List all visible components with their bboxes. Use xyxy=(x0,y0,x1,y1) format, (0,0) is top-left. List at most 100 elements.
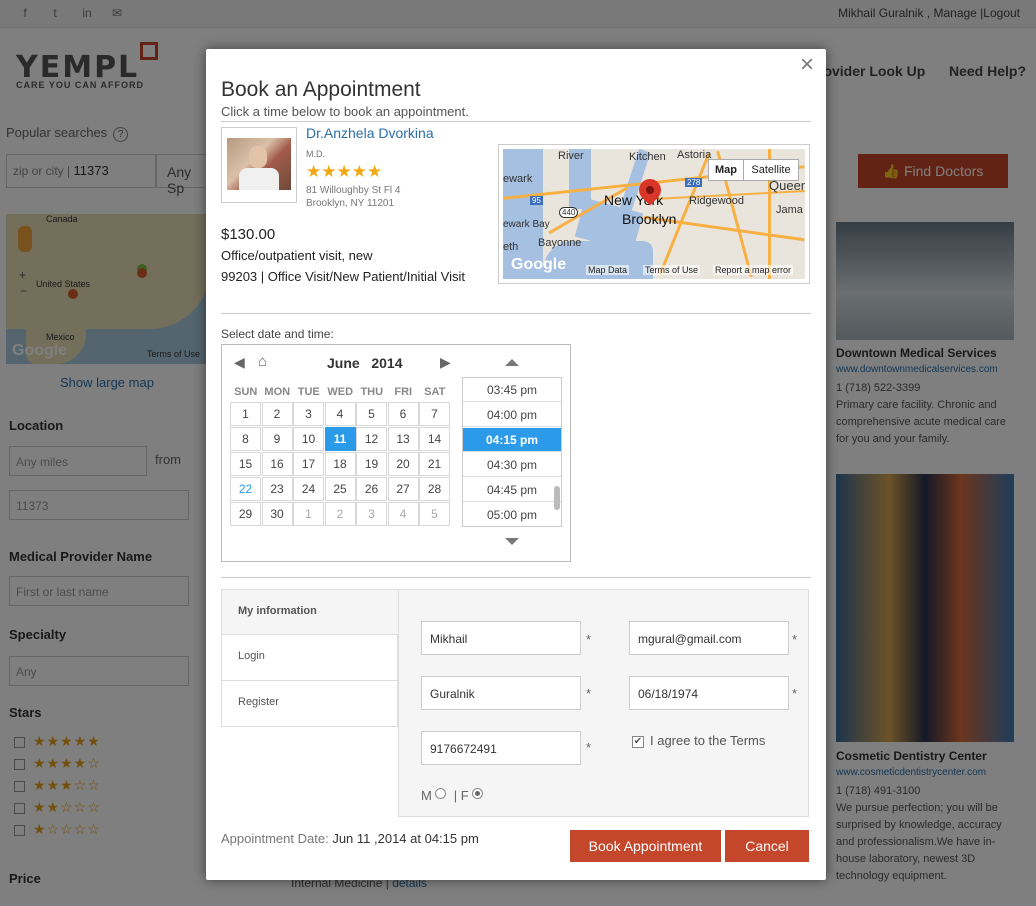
calendar-day[interactable]: 7 xyxy=(419,402,450,426)
calendar-day[interactable]: 4 xyxy=(387,502,419,526)
visit-price: $130.00 xyxy=(221,226,276,243)
calendar-day[interactable]: 9 xyxy=(261,427,293,451)
calendar-day[interactable]: 14 xyxy=(419,427,450,451)
doctor-name-link[interactable]: Dr.Anzhela Dvorkina xyxy=(306,125,434,141)
required-mark: * xyxy=(586,632,592,647)
map-terms-link[interactable]: Terms of Use xyxy=(643,265,701,275)
last-name-field[interactable]: Guralnik xyxy=(421,676,581,710)
calendar-day[interactable]: 1 xyxy=(230,402,261,426)
calendar-day[interactable]: 20 xyxy=(387,452,419,476)
calendar-day[interactable]: 25 xyxy=(324,477,356,501)
calendar-day[interactable]: 11 xyxy=(324,427,356,451)
day-header: MON xyxy=(264,386,291,398)
required-mark: * xyxy=(792,632,798,647)
highway-shield: 278 xyxy=(685,178,703,187)
tab-register[interactable]: Register xyxy=(221,681,398,727)
calendar-day[interactable]: 29 xyxy=(230,502,261,526)
book-appointment-button[interactable]: Book Appointment xyxy=(570,830,721,862)
gender-selector: M | F xyxy=(421,788,484,803)
time-list[interactable]: 03:45 pm 04:00 pm 04:15 pm 04:30 pm 04:45 pm… xyxy=(462,377,562,527)
time-slot[interactable]: 04:15 pm xyxy=(463,428,561,452)
calendar-day[interactable]: 2 xyxy=(324,502,356,526)
time-scroll-down-icon[interactable] xyxy=(505,538,519,545)
day-header: TUE xyxy=(297,386,320,398)
gender-f-radio[interactable] xyxy=(472,788,484,799)
calendar-day[interactable]: 17 xyxy=(293,452,324,476)
map-label: ewark xyxy=(503,173,533,185)
day-header: SUN xyxy=(234,386,258,398)
calendar-day[interactable]: 5 xyxy=(356,402,387,426)
calendar-day[interactable]: 2 xyxy=(261,402,293,426)
map-label: Brooklyn xyxy=(622,211,677,227)
time-scroll-up-icon[interactable] xyxy=(505,359,519,366)
map-data-link[interactable]: Map Data xyxy=(586,265,630,275)
calendar-day[interactable]: 30 xyxy=(261,502,293,526)
calendar-day[interactable]: 1 xyxy=(293,502,324,526)
first-name-field[interactable]: Mikhail xyxy=(421,621,581,655)
time-slot[interactable]: 04:30 pm xyxy=(463,453,561,477)
location-map[interactable]: River Kitchen Astoria ewark New York Bro… xyxy=(498,144,810,284)
email-field[interactable]: mgural@gmail.com xyxy=(629,621,789,655)
calendar-day[interactable]: 10 xyxy=(293,427,324,451)
gender-m-label: M xyxy=(421,788,432,803)
calendar-day[interactable]: 19 xyxy=(356,452,387,476)
map-type-map-button[interactable]: Map xyxy=(708,159,744,181)
prev-month-icon[interactable]: ◀ xyxy=(234,354,245,371)
calendar-day[interactable]: 16 xyxy=(261,452,293,476)
next-month-icon[interactable]: ▶ xyxy=(440,354,451,371)
calendar-day[interactable]: 27 xyxy=(387,477,419,501)
calendar-day[interactable]: 8 xyxy=(230,427,261,451)
map-label: Bayonne xyxy=(538,237,582,249)
agree-checkbox[interactable]: ✔ xyxy=(632,736,644,748)
date-time-picker: ◀ ⌂ June 2014 ▶ SUN MON TUE WED THU FRI SAT 1 2 3… xyxy=(221,344,571,562)
day-header: WED xyxy=(327,386,354,398)
map-label: ewark Bay xyxy=(503,219,550,230)
calendar-day[interactable]: 12 xyxy=(356,427,387,451)
gender-m-radio[interactable] xyxy=(435,788,447,799)
calendar-day[interactable]: 18 xyxy=(324,452,356,476)
day-header: FRI xyxy=(394,386,413,398)
tab-my-information[interactable]: My information xyxy=(221,589,398,635)
map-label: River xyxy=(558,150,584,162)
account-tabs: My information Login Register xyxy=(221,589,398,727)
calendar-day[interactable]: 22 xyxy=(230,477,261,501)
calendar-day[interactable]: 4 xyxy=(324,402,356,426)
calendar-day[interactable]: 24 xyxy=(293,477,324,501)
calendar-day[interactable]: 26 xyxy=(356,477,387,501)
tab-login[interactable]: Login xyxy=(221,635,398,681)
gender-f-label: | F xyxy=(453,788,469,803)
google-logo: Google xyxy=(511,256,567,273)
time-slot[interactable]: 05:00 pm xyxy=(463,503,561,526)
appointment-date-label: Appointment Date: xyxy=(221,831,329,846)
booking-modal: × Book an Appointment Click a time below… xyxy=(206,49,826,880)
doctor-degree: M.D. xyxy=(306,149,325,159)
agree-terms[interactable]: ✔ I agree to the Terms xyxy=(632,733,765,748)
calendar-day[interactable]: 3 xyxy=(356,502,387,526)
map-label: eth xyxy=(503,241,519,253)
divider xyxy=(221,577,811,578)
time-slot[interactable]: 03:45 pm xyxy=(463,378,561,402)
calendar-day[interactable]: 13 xyxy=(387,427,419,451)
time-scrollbar[interactable] xyxy=(554,486,560,510)
calendar-day[interactable]: 21 xyxy=(419,452,450,476)
calendar-day[interactable]: 3 xyxy=(293,402,324,426)
month-label: June xyxy=(327,355,360,371)
phone-field[interactable]: 9176672491 xyxy=(421,731,581,765)
calendar-day[interactable]: 23 xyxy=(261,477,293,501)
map-report-link[interactable]: Report a map error xyxy=(713,265,794,275)
map-label: Ridgewood xyxy=(689,195,745,207)
time-slot[interactable]: 04:00 pm xyxy=(463,403,561,427)
time-slot[interactable]: 04:45 pm xyxy=(463,478,561,502)
close-icon[interactable]: × xyxy=(800,53,814,77)
map-type-satellite-button[interactable]: Satellite xyxy=(743,159,799,181)
calendar-day[interactable]: 28 xyxy=(419,477,450,501)
doctor-photo[interactable] xyxy=(221,127,297,203)
home-icon[interactable]: ⌂ xyxy=(258,353,267,370)
calendar-day[interactable]: 5 xyxy=(419,502,450,526)
cancel-button[interactable]: Cancel xyxy=(725,830,809,862)
calendar-day[interactable]: 15 xyxy=(230,452,261,476)
calendar-day[interactable]: 6 xyxy=(387,402,419,426)
visit-type: Office/outpatient visit, new xyxy=(221,248,373,263)
dob-field[interactable]: 06/18/1974 xyxy=(629,676,789,710)
highway-shield: 95 xyxy=(530,196,543,205)
